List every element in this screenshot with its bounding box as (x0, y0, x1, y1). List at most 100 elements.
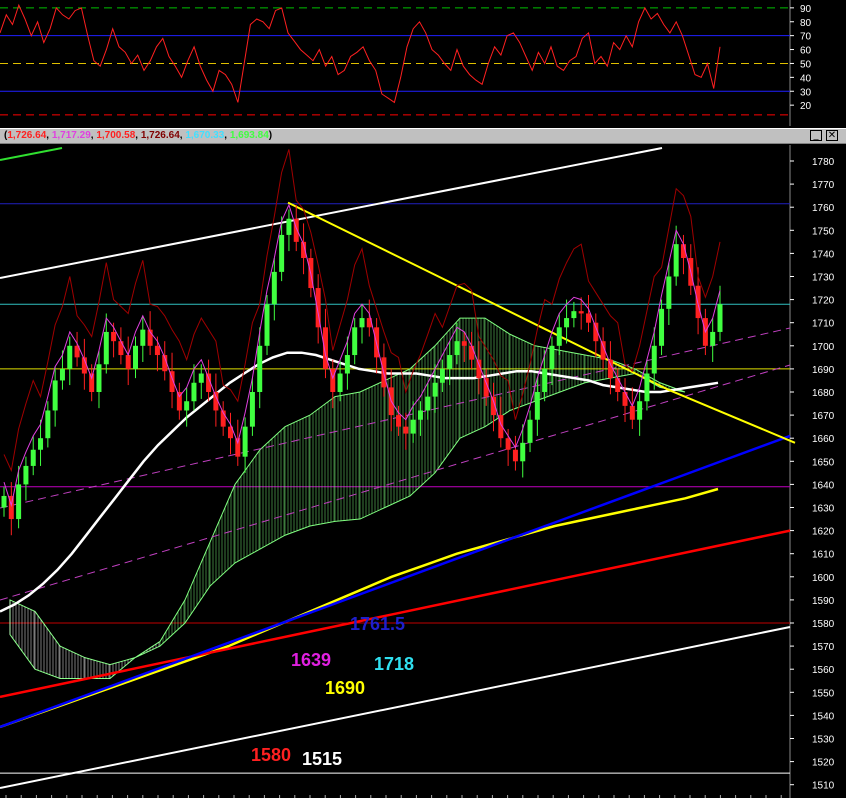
candle-body-86 (629, 405, 635, 420)
indicator-legend: (1,726.64, 1,717.29, 1,700.58, 1,726.64,… (4, 130, 272, 141)
candle-body-7 (52, 380, 58, 411)
price-tick-label-6: 1560 (812, 665, 835, 676)
candle-body-14 (103, 331, 109, 365)
legend-value-11: ) (268, 130, 273, 141)
candle-body-69 (505, 438, 511, 450)
candle-body-80 (585, 313, 591, 323)
candle-body-44 (322, 327, 328, 369)
candle-body-33 (242, 426, 248, 457)
price-tick-label-15: 1650 (812, 457, 835, 468)
price-tick-label-1: 1510 (812, 781, 835, 792)
legend-value-6: 1,726.64 (140, 130, 180, 141)
lower-channel-line (0, 626, 791, 789)
candle-body-35 (257, 345, 263, 392)
price-tick-label-18: 1680 (812, 388, 835, 399)
candle-body-75 (549, 345, 555, 369)
price-tick-label-5: 1550 (812, 688, 835, 699)
price-tick-label-10: 1600 (812, 573, 835, 584)
candle-body-49 (359, 318, 365, 328)
price-tick-label-19: 1690 (812, 365, 835, 376)
candle-body-74 (542, 368, 548, 392)
candle-body-18 (133, 345, 139, 369)
candle-body-88 (644, 373, 650, 402)
candle-body-63 (461, 341, 467, 346)
candle-body-58 (425, 396, 431, 411)
candle-body-48 (352, 327, 358, 356)
annotation-1515: 1515 (302, 749, 343, 769)
price-tick-label-14: 1640 (812, 480, 835, 491)
candle-body-54 (396, 415, 402, 427)
candle-body-8 (59, 368, 65, 381)
candle-body-85 (622, 392, 628, 406)
price-tick-label-3: 1530 (812, 735, 835, 746)
candle-body-2 (16, 484, 22, 520)
price-tick-label-27: 1770 (812, 180, 835, 191)
price-tick-label-23: 1730 (812, 273, 835, 284)
candle-body-79 (578, 311, 584, 314)
candle-body-4 (30, 449, 36, 466)
osc-tick-label-0: 20 (800, 101, 812, 112)
magenta-dashed-line-2 (0, 364, 791, 601)
candle-body-87 (637, 401, 643, 420)
osc-tick-label-5: 70 (800, 32, 812, 43)
candle-body-98 (717, 304, 723, 332)
legend-value-0: 1,726.64 (7, 130, 47, 141)
price-tick-label-12: 1620 (812, 527, 835, 538)
candle-body-73 (534, 392, 540, 420)
candle-body-38 (279, 234, 285, 272)
candle-body-97 (710, 331, 716, 346)
osc-tick-label-4: 60 (800, 46, 812, 57)
candle-body-72 (527, 419, 533, 443)
candle-body-21 (154, 345, 160, 356)
legend-value-4: 1,700.58 (96, 130, 136, 141)
candle-body-71 (520, 442, 526, 462)
price-tick-label-4: 1540 (812, 711, 835, 722)
candle-body-70 (512, 449, 518, 462)
candle-body-17 (125, 355, 131, 369)
osc-tick-label-6: 80 (800, 18, 812, 29)
price-tick-label-2: 1520 (812, 758, 835, 769)
candle-body-89 (651, 345, 657, 374)
candle-body-78 (571, 311, 577, 319)
price-tick-label-25: 1750 (812, 226, 835, 237)
price-chart-canvas[interactable]: 2030405060708090150015101520153015401550… (0, 0, 846, 798)
candle-body-57 (417, 410, 423, 420)
price-tick-label-24: 1740 (812, 249, 835, 260)
price-tick-label-16: 1660 (812, 434, 835, 445)
price-tick-label-21: 1710 (812, 319, 835, 330)
osc-tick-label-3: 50 (800, 59, 812, 70)
candle-body-16 (118, 341, 124, 356)
upper-channel-line (0, 147, 663, 279)
chart-title-bar: (1,726.64, 1,717.29, 1,700.58, 1,726.64,… (0, 128, 846, 144)
legend-value-2: 1,717.29 (51, 130, 91, 141)
legend-value-8: 1,670.33 (185, 130, 225, 141)
annotation-1718: 1718 (374, 654, 415, 674)
price-tick-label-26: 1760 (812, 203, 835, 214)
minimize-button[interactable]: _ (810, 130, 822, 141)
candle-body-13 (96, 364, 102, 392)
candle-body-5 (38, 438, 44, 450)
annotation-1761: 1761.5 (350, 614, 406, 634)
close-button[interactable]: ✕ (826, 130, 838, 141)
price-tick-label-13: 1630 (812, 504, 835, 515)
osc-tick-label-7: 90 (800, 4, 812, 15)
price-tick-label-28: 1780 (812, 157, 835, 168)
candle-body-62 (454, 341, 460, 356)
candle-body-37 (271, 271, 277, 305)
candle-body-26 (191, 382, 197, 402)
candle-body-3 (23, 465, 29, 485)
candle-body-61 (447, 355, 453, 369)
candle-body-90 (659, 308, 665, 346)
price-tick-label-20: 1700 (812, 342, 835, 353)
trend-line-3 (0, 434, 791, 729)
price-tick-label-22: 1720 (812, 296, 835, 307)
candle-body-34 (249, 392, 255, 427)
candle-body-64 (469, 345, 475, 360)
candle-body-91 (666, 276, 672, 309)
candle-body-83 (607, 359, 613, 379)
candle-body-56 (410, 419, 416, 434)
candle-body-92 (673, 244, 679, 277)
candle-body-46 (337, 373, 343, 392)
candle-body-25 (184, 401, 190, 411)
legend-value-10: 1,693.84 (229, 130, 269, 141)
